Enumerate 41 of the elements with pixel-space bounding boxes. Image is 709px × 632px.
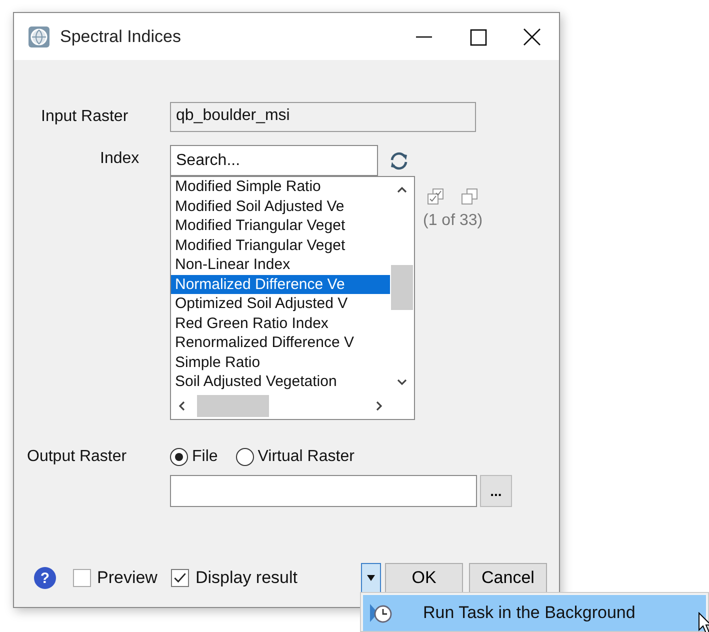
menu-item[interactable]: Run Task in the Background — [363, 595, 706, 631]
cancel-button[interactable]: Cancel — [469, 563, 547, 593]
help-icon[interactable]: ? — [34, 567, 56, 589]
list-item[interactable]: Non-Linear Index — [171, 255, 390, 274]
list-item[interactable]: Normalized Difference Ve — [171, 274, 390, 294]
list-item[interactable]: Modified Soil Adjusted Ve — [171, 196, 390, 216]
dropdown-button[interactable] — [361, 563, 381, 593]
deselect-all-icon[interactable] — [461, 188, 479, 206]
browse-button[interactable]: ... — [480, 475, 512, 507]
selection-count: (1 of 33) — [423, 212, 483, 230]
field-label: Input Raster — [40, 108, 130, 126]
output-file-field[interactable] — [170, 475, 477, 507]
checkbox[interactable] — [73, 569, 91, 587]
window-title: Spectral Indices — [60, 26, 181, 46]
checkbox-option[interactable]: Display result — [171, 568, 298, 588]
radio-option[interactable]: File — [170, 448, 218, 466]
list-item[interactable]: Optimized Soil Adjusted V — [171, 294, 390, 314]
scrollbar-thumb[interactable] — [197, 395, 269, 417]
list-item[interactable]: Simple Ratio — [171, 352, 390, 372]
list-item[interactable]: Modified Simple Ratio — [171, 177, 390, 196]
mouse-cursor-icon — [698, 612, 709, 632]
checkbox[interactable] — [171, 569, 190, 587]
list-item[interactable]: Soil Adjusted Vegetation — [171, 372, 390, 392]
list-item[interactable]: Red Green Ratio Index — [171, 314, 390, 333]
field-label: Index — [99, 149, 140, 169]
input-raster-field[interactable]: qb_boulder_msi — [170, 102, 476, 132]
field-label: Output Raster — [26, 448, 128, 467]
list-item[interactable]: Renormalized Difference V — [171, 333, 390, 352]
refresh-icon[interactable] — [388, 150, 410, 172]
caret-icon — [366, 574, 376, 582]
search-field[interactable]: Search... — [170, 145, 378, 176]
list-item[interactable]: Modified Triangular Veget — [171, 216, 390, 236]
select-all-icon[interactable] — [427, 188, 445, 206]
list-item[interactable]: Modified Triangular Veget — [171, 236, 390, 255]
globe-icon — [28, 26, 50, 48]
ok-button[interactable]: OK — [385, 563, 463, 593]
radio-option[interactable]: Virtual Raster — [236, 448, 354, 466]
radio-button[interactable] — [236, 448, 254, 466]
scrollbar-thumb[interactable] — [391, 265, 413, 310]
radio-button[interactable] — [170, 448, 188, 466]
checkbox-option[interactable]: Preview — [73, 568, 158, 588]
